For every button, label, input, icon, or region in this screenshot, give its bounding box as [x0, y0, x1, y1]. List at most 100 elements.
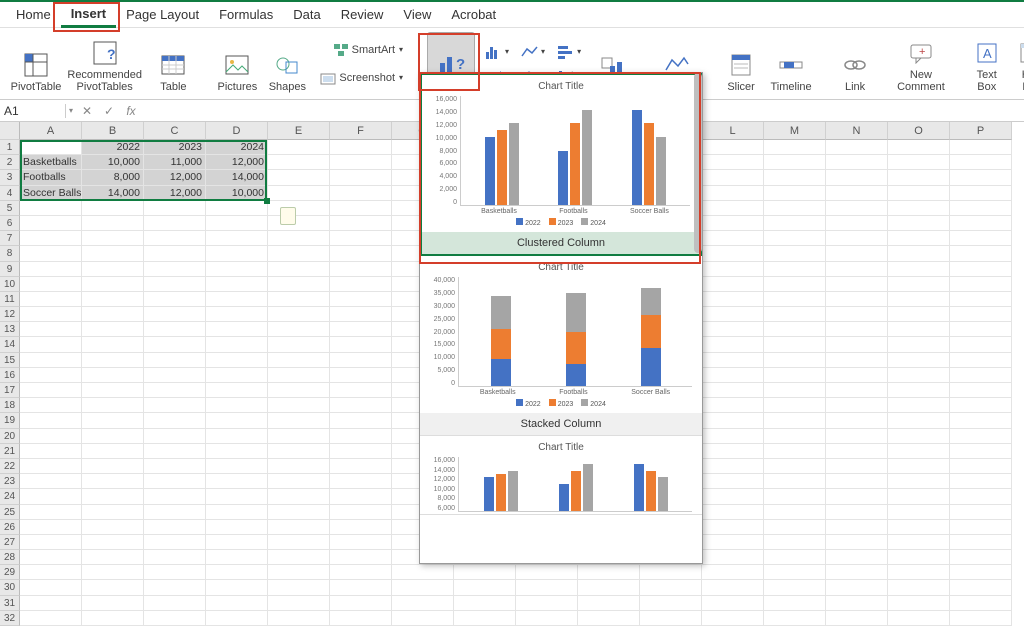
cell[interactable]	[330, 353, 392, 368]
slicer-button[interactable]: Slicer	[719, 32, 763, 95]
cell[interactable]	[888, 489, 950, 504]
cell[interactable]	[330, 429, 392, 444]
cell[interactable]	[826, 170, 888, 185]
cell[interactable]	[144, 535, 206, 550]
cell[interactable]	[516, 580, 578, 595]
row-header[interactable]: 17	[0, 383, 20, 398]
cell[interactable]	[144, 580, 206, 595]
cell[interactable]	[268, 489, 330, 504]
pictures-button[interactable]: Pictures	[215, 32, 259, 95]
cell[interactable]	[640, 580, 702, 595]
cell[interactable]	[392, 565, 454, 580]
cell[interactable]	[640, 611, 702, 626]
cell[interactable]	[950, 246, 1012, 261]
recommended-pivottables-button[interactable]: ? Recommended PivotTables	[64, 32, 145, 95]
cell[interactable]	[330, 611, 392, 626]
cell[interactable]	[82, 292, 144, 307]
cell[interactable]	[950, 580, 1012, 595]
row-header[interactable]: 9	[0, 262, 20, 277]
cell[interactable]	[144, 489, 206, 504]
cell[interactable]	[82, 383, 144, 398]
cell[interactable]	[764, 337, 826, 352]
cell[interactable]	[268, 140, 330, 155]
cell[interactable]	[702, 505, 764, 520]
row-header[interactable]: 3	[0, 170, 20, 185]
cell[interactable]	[144, 429, 206, 444]
cell[interactable]	[20, 216, 82, 231]
cell[interactable]	[764, 231, 826, 246]
cell[interactable]	[454, 580, 516, 595]
cell[interactable]	[702, 337, 764, 352]
row-header[interactable]: 12	[0, 307, 20, 322]
tab-insert[interactable]: Insert	[61, 2, 116, 28]
cell[interactable]	[268, 550, 330, 565]
cell[interactable]	[206, 413, 268, 428]
cell[interactable]	[82, 520, 144, 535]
cell[interactable]	[950, 368, 1012, 383]
cell[interactable]	[206, 262, 268, 277]
cell[interactable]	[764, 155, 826, 170]
cell[interactable]	[888, 231, 950, 246]
cell[interactable]	[268, 429, 330, 444]
cell[interactable]	[206, 611, 268, 626]
tab-home[interactable]: Home	[6, 3, 61, 26]
cell[interactable]	[950, 322, 1012, 337]
cell[interactable]	[82, 353, 144, 368]
cell[interactable]	[702, 155, 764, 170]
cell[interactable]	[764, 505, 826, 520]
cell[interactable]	[950, 383, 1012, 398]
cell[interactable]	[826, 505, 888, 520]
cell[interactable]	[82, 368, 144, 383]
cell[interactable]	[330, 216, 392, 231]
cell[interactable]	[950, 474, 1012, 489]
cell[interactable]	[888, 262, 950, 277]
timeline-button[interactable]: Timeline	[769, 32, 813, 95]
cell[interactable]	[82, 429, 144, 444]
cell[interactable]	[702, 489, 764, 504]
cell[interactable]	[888, 201, 950, 216]
cell[interactable]	[20, 429, 82, 444]
cell[interactable]	[764, 565, 826, 580]
cell[interactable]	[764, 322, 826, 337]
row-header[interactable]: 10	[0, 277, 20, 292]
cell[interactable]	[268, 231, 330, 246]
cancel-icon[interactable]: ✕	[76, 104, 98, 118]
cell[interactable]	[144, 307, 206, 322]
cell[interactable]	[764, 368, 826, 383]
cell[interactable]	[20, 383, 82, 398]
cell[interactable]: 10,000	[82, 155, 144, 170]
cell[interactable]	[702, 611, 764, 626]
cell[interactable]	[950, 535, 1012, 550]
cell[interactable]	[82, 580, 144, 595]
cell[interactable]	[144, 322, 206, 337]
cell[interactable]	[268, 413, 330, 428]
link-button[interactable]: Link	[833, 32, 877, 95]
cell[interactable]	[206, 520, 268, 535]
cell[interactable]: 11,000	[144, 155, 206, 170]
cell[interactable]	[330, 565, 392, 580]
cell[interactable]	[702, 444, 764, 459]
cell[interactable]	[144, 398, 206, 413]
cell[interactable]	[764, 413, 826, 428]
cell[interactable]	[330, 505, 392, 520]
tab-acrobat[interactable]: Acrobat	[441, 3, 506, 26]
screenshot-button[interactable]: Screenshot▾	[315, 67, 407, 89]
cell[interactable]	[82, 596, 144, 611]
row-header[interactable]: 20	[0, 429, 20, 444]
table-button[interactable]: Table	[151, 32, 195, 95]
row-header[interactable]: 8	[0, 246, 20, 261]
cell[interactable]	[702, 170, 764, 185]
cell[interactable]	[950, 140, 1012, 155]
cell[interactable]	[20, 353, 82, 368]
cell[interactable]	[702, 186, 764, 201]
column-header[interactable]: E	[268, 122, 330, 140]
cell[interactable]: Soccer Balls	[20, 186, 82, 201]
cell[interactable]	[888, 216, 950, 231]
cell[interactable]	[82, 474, 144, 489]
column-chart-button[interactable]: ▾	[481, 41, 513, 63]
cell[interactable]	[702, 277, 764, 292]
cell[interactable]	[578, 580, 640, 595]
cell[interactable]	[206, 459, 268, 474]
cell[interactable]	[206, 307, 268, 322]
cell[interactable]	[392, 580, 454, 595]
